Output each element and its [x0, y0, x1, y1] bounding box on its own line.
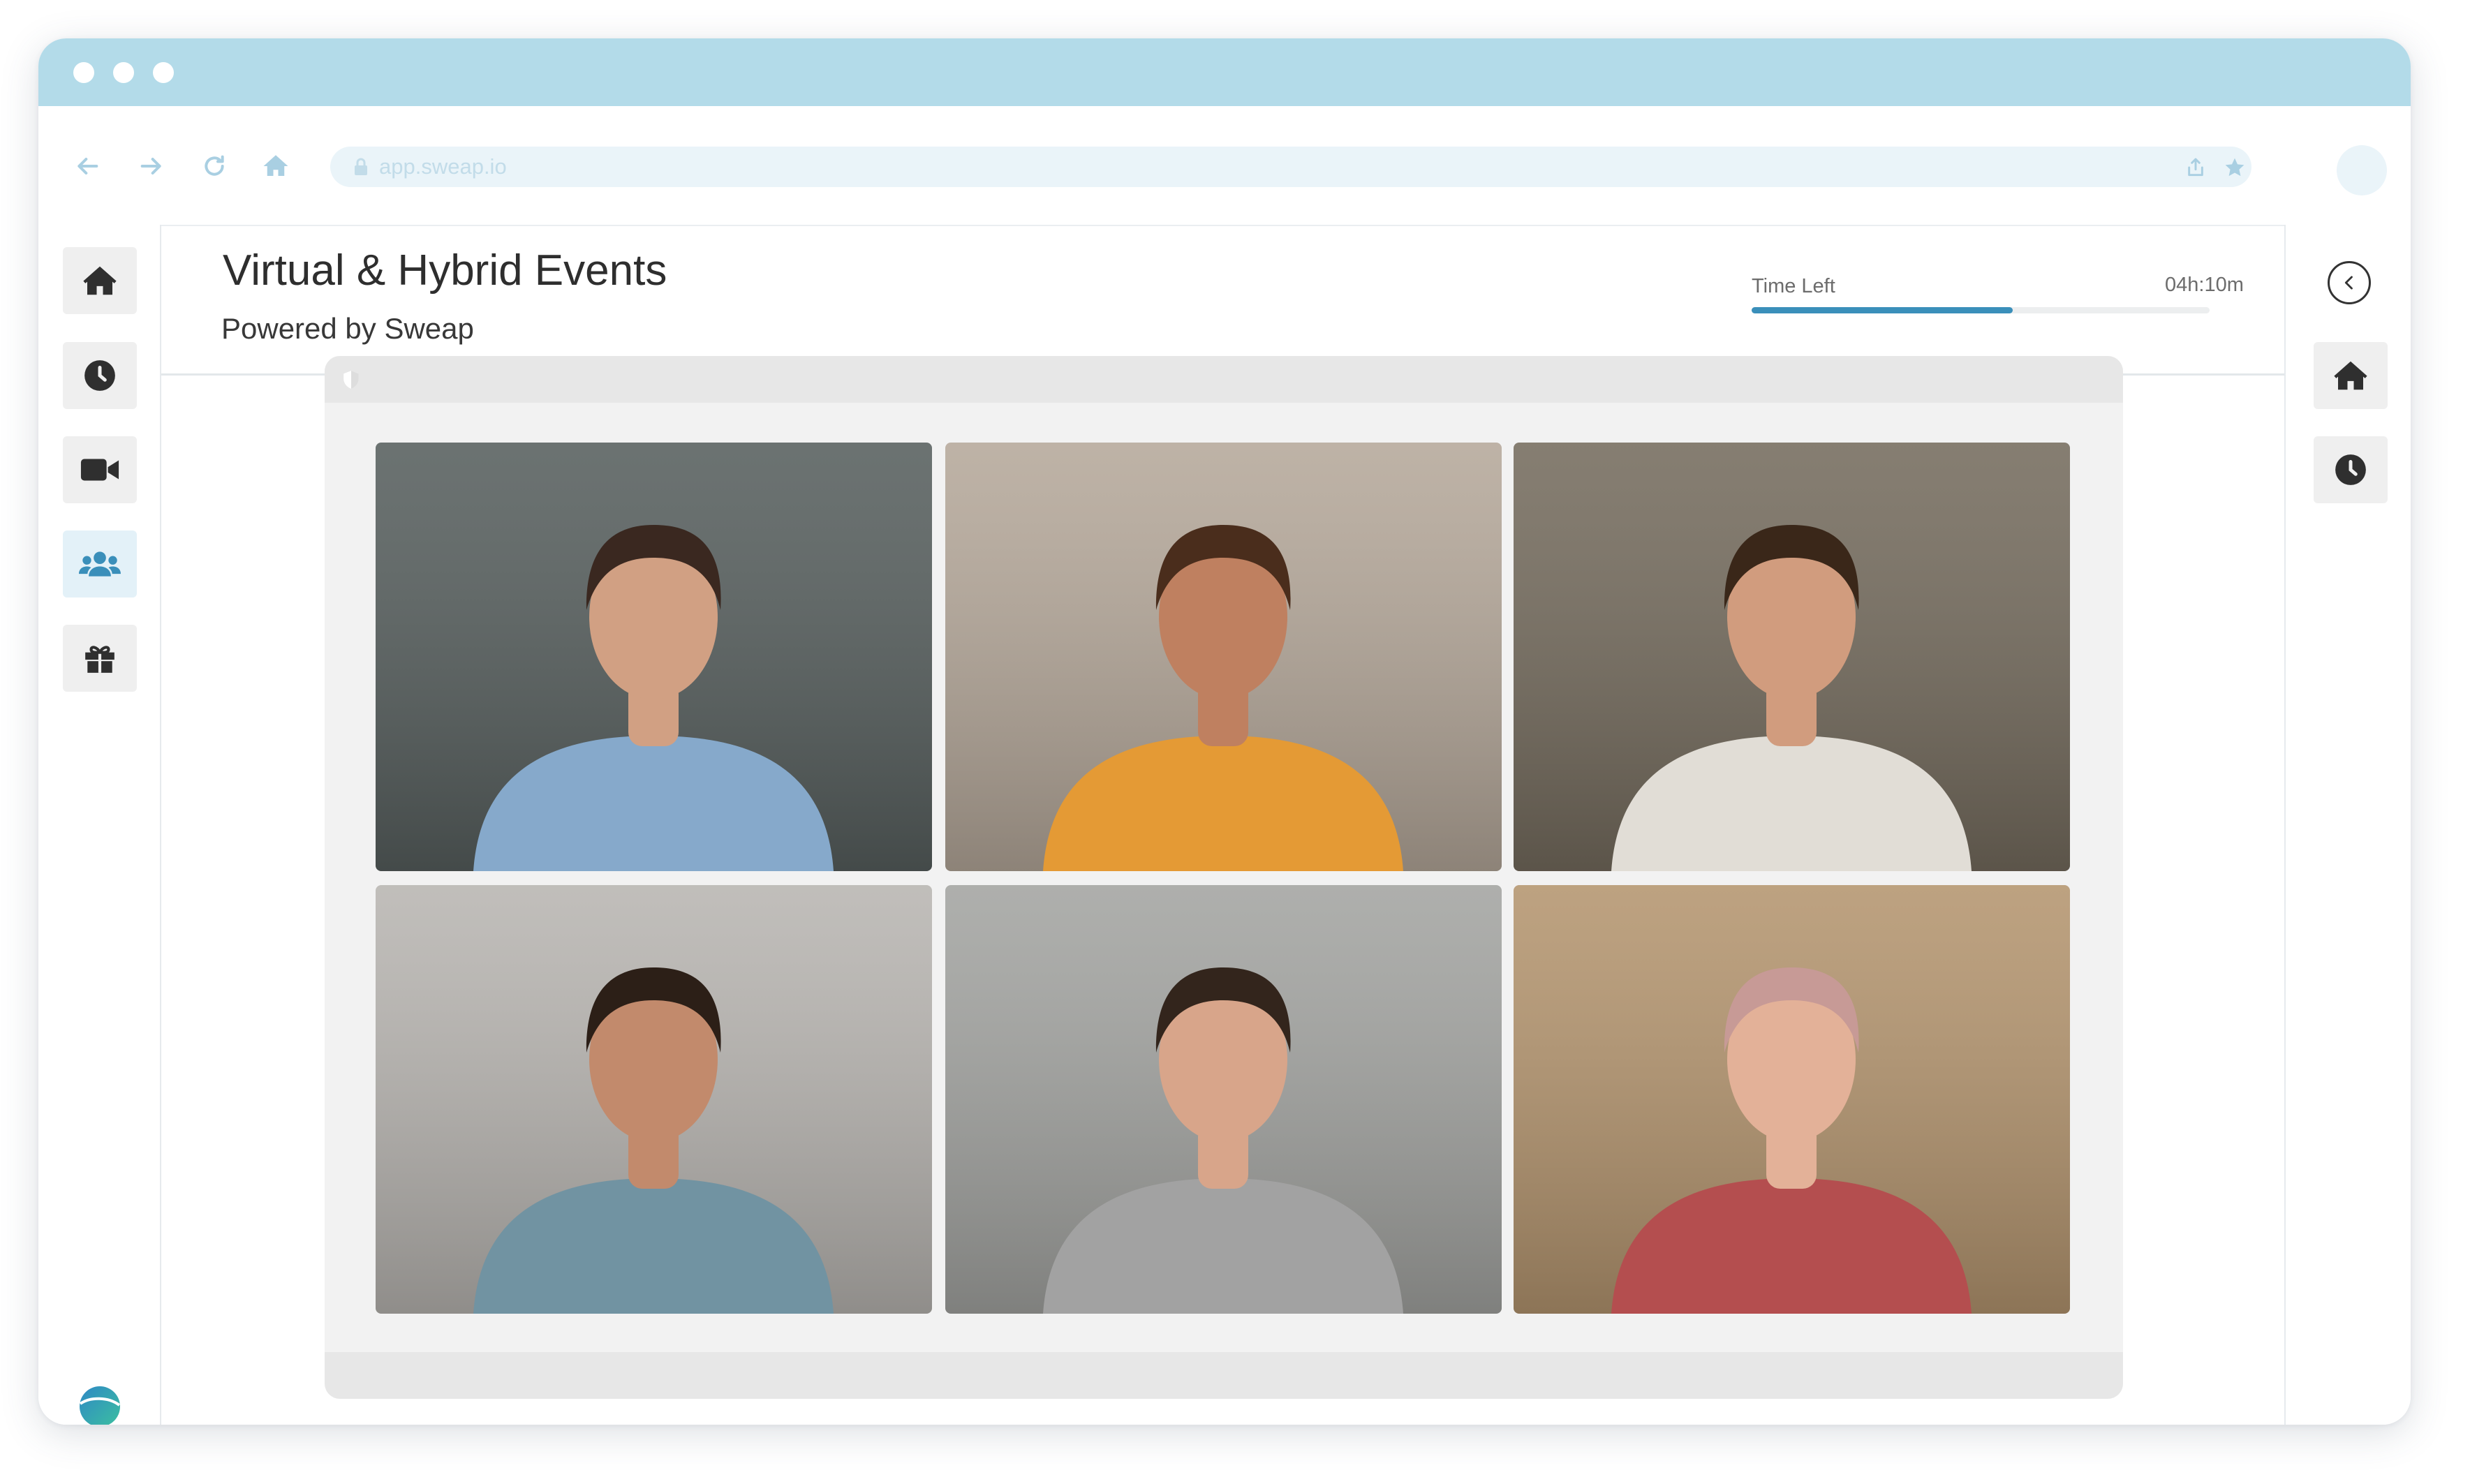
stage-footer [325, 1352, 2123, 1399]
page-subtitle: Powered by Sweap [221, 312, 474, 345]
window-maximize-dot[interactable] [153, 62, 174, 83]
share-icon[interactable] [2184, 156, 2207, 179]
reload-button[interactable] [199, 151, 230, 181]
right-sidebar [2284, 225, 2411, 1425]
window-close-dot[interactable] [73, 62, 94, 83]
clock-icon [84, 360, 115, 391]
video-camera-icon [80, 459, 119, 481]
clock-icon [2335, 454, 2366, 485]
time-left-label: Time Left [1752, 275, 1835, 297]
page-title: Virtual & Hybrid Events [223, 246, 667, 295]
participant-video-icon [376, 885, 932, 1314]
browser-home-button[interactable] [260, 151, 291, 181]
sidebar-item-attendees[interactable] [63, 530, 137, 598]
window-minimize-dot[interactable] [113, 62, 134, 83]
home-icon [83, 266, 117, 295]
sidebar-item-gifts[interactable] [63, 625, 137, 692]
lock-icon [355, 158, 367, 175]
right-sidebar-schedule[interactable] [2314, 436, 2388, 503]
back-icon [77, 158, 98, 175]
time-progress-fill [1752, 307, 2013, 313]
profile-avatar[interactable] [2337, 145, 2387, 195]
participant-video-icon [1514, 443, 2070, 871]
participant-video-icon [945, 443, 1502, 871]
time-progress-bar [1752, 307, 2210, 313]
collapse-sidebar-button[interactable] [2328, 261, 2371, 304]
participant-video-icon [376, 443, 932, 871]
browser-window: app.sweap.io Virtual & Hybrid Events Pow… [38, 38, 2411, 1425]
sidebar-item-schedule[interactable] [63, 342, 137, 409]
sidebar-item-video[interactable] [63, 436, 137, 503]
shield-icon [343, 371, 359, 389]
reload-icon [205, 155, 224, 176]
sweap-logo-icon [79, 1386, 121, 1425]
forward-icon [140, 158, 161, 175]
participant-video-tile[interactable] [1514, 443, 2070, 871]
participant-video-tile[interactable] [376, 885, 932, 1314]
right-sidebar-home[interactable] [2314, 342, 2388, 409]
page-header: Virtual & Hybrid Events Powered by Sweap… [161, 225, 2284, 376]
participant-video-tile[interactable] [945, 885, 1502, 1314]
url-text: app.sweap.io [379, 154, 507, 179]
participant-video-icon [1514, 885, 2070, 1314]
time-left-value: 04h:10m [2165, 274, 2244, 296]
home-icon [263, 155, 288, 176]
left-sidebar [38, 225, 161, 1425]
participant-video-icon [945, 885, 1502, 1314]
video-stage [325, 356, 2123, 1399]
participant-video-tile[interactable] [1514, 885, 2070, 1314]
participant-video-tile[interactable] [945, 443, 1502, 871]
star-icon[interactable] [2224, 156, 2246, 179]
users-icon [79, 551, 121, 577]
stage-toolbar [325, 356, 2123, 403]
home-icon [2334, 361, 2367, 390]
window-titlebar [38, 38, 2411, 106]
forward-button[interactable] [136, 151, 167, 181]
sidebar-item-home[interactable] [63, 247, 137, 314]
participant-video-tile[interactable] [376, 443, 932, 871]
browser-navbar: app.sweap.io [38, 106, 2411, 226]
back-button[interactable] [72, 151, 103, 181]
gift-icon [85, 646, 114, 673]
address-bar[interactable]: app.sweap.io [330, 147, 2251, 187]
chevron-left-icon [2344, 276, 2353, 290]
